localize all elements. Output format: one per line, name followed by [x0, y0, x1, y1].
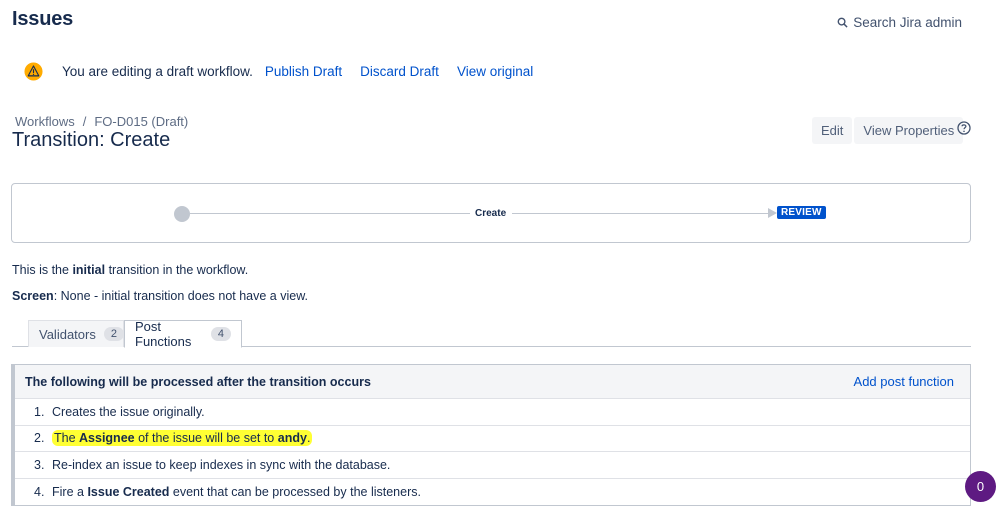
view-original-link[interactable]: View original	[457, 64, 533, 79]
transition-tabs: Validators 2 Post Functions 4	[12, 319, 971, 349]
initial-transition-info: This is the initial transition in the wo…	[12, 263, 248, 277]
discard-draft-link[interactable]: Discard Draft	[360, 64, 439, 79]
breadcrumb: Workflows / FO-D015 (Draft)	[15, 114, 188, 129]
tab-post-functions[interactable]: Post Functions 4	[124, 319, 242, 349]
item-number: 2.	[34, 431, 45, 446]
breadcrumb-current[interactable]: FO-D015 (Draft)	[94, 114, 188, 129]
post-functions-table: The following will be processed after th…	[11, 364, 971, 506]
info-text: transition in the workflow.	[105, 263, 249, 277]
item-number: 1.	[34, 404, 45, 419]
view-properties-button[interactable]: View Properties	[854, 117, 964, 144]
list-item: 2. The Assignee of the issue will be set…	[15, 426, 970, 452]
list-item: 4. Fire a Issue Created event that can b…	[15, 479, 970, 506]
post-functions-heading: The following will be processed after th…	[25, 374, 371, 389]
edit-button[interactable]: Edit	[812, 117, 853, 144]
diagram-line	[190, 213, 470, 214]
search-jira-admin[interactable]: Search Jira admin	[837, 15, 962, 30]
count-badge: 4	[210, 327, 231, 341]
diagram-transition-label: Create	[475, 208, 507, 219]
title-actions: Edit View Properties	[812, 117, 964, 144]
tab-label: Post Functions	[135, 319, 192, 349]
list-item: 1. Creates the issue originally.	[15, 399, 970, 426]
page-title: Transition: Create	[12, 129, 171, 151]
item-number: 3.	[34, 457, 45, 472]
post-functions-header: The following will be processed after th…	[15, 365, 970, 399]
item-text: Creates the issue originally.	[52, 404, 205, 419]
item-bold: andy	[277, 431, 307, 446]
count-badge: 2	[103, 327, 124, 341]
item-bold: Assignee	[79, 431, 135, 446]
page-header-title: Issues	[12, 8, 74, 30]
publish-draft-link[interactable]: Publish Draft	[265, 64, 342, 79]
search-label: Search Jira admin	[853, 15, 962, 30]
tab-label: Validators	[39, 326, 96, 342]
item-number: 4.	[34, 484, 45, 499]
draft-message: You are editing a draft workflow.	[62, 64, 253, 79]
start-node	[174, 206, 190, 222]
help-icon[interactable]	[957, 121, 971, 135]
item-text: event that can be processed by the liste…	[169, 484, 421, 499]
diagram-line	[512, 213, 770, 214]
info-text: This is the	[12, 263, 73, 277]
draft-banner: You are editing a draft workflow. Publis…	[24, 62, 551, 81]
item-text: of the issue will be set to	[134, 431, 278, 446]
screen-text: : None - initial transition does not hav…	[53, 289, 309, 303]
transition-diagram: Create REVIEW	[11, 183, 971, 243]
screen-label: Screen	[12, 289, 54, 303]
item-text: .	[306, 431, 311, 446]
item-content: Fire a Issue Created event that can be p…	[52, 485, 421, 499]
add-post-function-link[interactable]: Add post function	[854, 374, 954, 389]
info-bold: initial	[72, 263, 106, 277]
highlighted-text: The Assignee of the issue will be set to…	[52, 430, 313, 447]
list-item: 3. Re-index an issue to keep indexes in …	[15, 452, 970, 479]
notification-count-button[interactable]: 0	[965, 471, 996, 502]
screen-info: Screen: None - initial transition does n…	[12, 289, 308, 303]
breadcrumb-separator: /	[82, 114, 87, 129]
status-lozenge-review: REVIEW	[777, 206, 826, 219]
arrow-icon	[768, 208, 777, 218]
item-text: The	[54, 431, 80, 446]
item-bold: Issue Created	[87, 484, 170, 499]
tab-validators[interactable]: Validators 2	[28, 320, 124, 347]
warning-icon	[24, 62, 43, 81]
breadcrumb-workflows[interactable]: Workflows	[15, 114, 75, 129]
item-text: Fire a	[52, 484, 88, 499]
item-text: Re-index an issue to keep indexes in syn…	[52, 457, 391, 472]
search-icon	[837, 17, 848, 28]
